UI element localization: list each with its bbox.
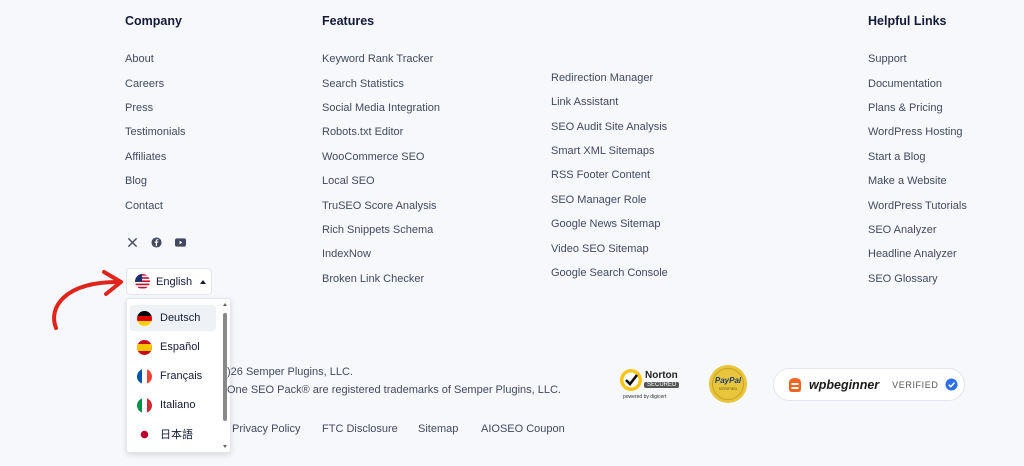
feature-link[interactable]: Link Assistant [551, 96, 618, 108]
helpful-link[interactable]: SEO Analyzer [868, 224, 936, 236]
paypal-verified-label: VERIFIED [718, 386, 738, 391]
footer-link-affiliates[interactable]: Affiliates [125, 151, 166, 163]
feature-link[interactable]: Search Statistics [322, 78, 404, 90]
youtube-icon[interactable] [174, 236, 186, 248]
wpbeginner-label: wpbeginner [809, 377, 880, 392]
paypal-verified-badge: PayPal VERIFIED [708, 364, 748, 404]
language-option-espanol[interactable]: Español [130, 334, 216, 360]
italy-flag-icon [137, 397, 152, 413]
language-option-italiano[interactable]: Italiano [130, 392, 216, 418]
feature-link[interactable]: Social Media Integration [322, 102, 440, 114]
language-current-label: English [156, 275, 193, 288]
language-option-label: Italiano [160, 399, 196, 411]
language-selector-button[interactable]: English [126, 268, 212, 295]
feature-link[interactable]: IndexNow [322, 248, 371, 260]
x-icon[interactable] [126, 236, 138, 248]
sitemap-link[interactable]: Sitemap [418, 423, 458, 435]
helpful-link[interactable]: Headline Analyzer [868, 248, 957, 260]
ftc-disclosure-link[interactable]: FTC Disclosure [322, 423, 398, 435]
verified-check-icon [945, 378, 959, 391]
company-heading: Company [125, 14, 182, 28]
wpbeginner-logo-icon [789, 377, 801, 392]
helpful-links-heading: Helpful Links [868, 14, 947, 28]
language-option-deutsch[interactable]: Deutsch [130, 305, 216, 331]
feature-link[interactable]: Broken Link Checker [322, 273, 424, 285]
helpful-link[interactable]: Support [868, 53, 907, 65]
red-arrow-annotation [52, 270, 123, 330]
language-dropdown: Deutsch Español Français Italiano 日本語 [126, 298, 231, 453]
france-flag-icon [137, 368, 152, 384]
feature-link[interactable]: RSS Footer Content [551, 169, 650, 181]
language-option-label: 日本語 [160, 429, 193, 441]
footer-link-blog[interactable]: Blog [125, 175, 147, 187]
feature-link[interactable]: Smart XML Sitemaps [551, 145, 655, 157]
norton-check-icon [620, 369, 642, 391]
feature-link[interactable]: SEO Audit Site Analysis [551, 121, 667, 133]
caret-up-icon [200, 279, 207, 284]
feature-link[interactable]: Google News Sitemap [551, 218, 660, 230]
features-heading: Features [322, 14, 375, 28]
feature-link[interactable]: Local SEO [322, 175, 375, 187]
facebook-icon[interactable] [150, 236, 162, 248]
feature-link[interactable]: Video SEO Sitemap [551, 243, 649, 255]
helpful-link[interactable]: Make a Website [868, 175, 947, 187]
feature-link[interactable]: SEO Manager Role [551, 194, 646, 206]
language-option-label: Español [160, 341, 200, 353]
spain-flag-icon [137, 339, 152, 355]
footer-link-about[interactable]: About [125, 53, 154, 65]
aioseo-coupon-link[interactable]: AIOSEO Coupon [481, 423, 565, 435]
copyright-line-2: One SEO Pack® are registered trademarks … [227, 384, 561, 396]
copyright-line-1: )26 Semper Plugins, LLC. [227, 366, 353, 378]
scroll-down-arrow-icon[interactable] [223, 445, 227, 448]
japan-flag-icon [137, 426, 152, 442]
language-option-francais[interactable]: Français [130, 363, 216, 389]
feature-link[interactable]: TruSEO Score Analysis [322, 200, 437, 212]
paypal-label: PayPal [714, 376, 742, 385]
privacy-policy-link[interactable]: Privacy Policy [232, 423, 300, 435]
helpful-link[interactable]: Plans & Pricing [868, 102, 943, 114]
feature-link[interactable]: WooCommerce SEO [322, 151, 425, 163]
language-option-japanese[interactable]: 日本語 [130, 421, 216, 447]
feature-link[interactable]: Robots.txt Editor [322, 126, 403, 138]
us-flag-icon [135, 274, 150, 289]
footer-link-contact[interactable]: Contact [125, 200, 163, 212]
feature-link[interactable]: Google Search Console [551, 267, 668, 279]
norton-powered-label: powered by digicert [623, 394, 667, 400]
germany-flag-icon [137, 310, 152, 326]
feature-link[interactable]: Rich Snippets Schema [322, 224, 433, 236]
norton-secured-badge: Norton SECURED powered by digicert [619, 366, 685, 404]
helpful-link[interactable]: Start a Blog [868, 151, 925, 163]
footer-link-press[interactable]: Press [125, 102, 153, 114]
language-option-label: Deutsch [160, 312, 201, 324]
feature-link[interactable]: Redirection Manager [551, 72, 653, 84]
wpbeginner-verified-label: VERIFIED [892, 379, 939, 390]
norton-title: Norton [645, 370, 678, 381]
language-option-label: Français [160, 370, 203, 382]
feature-link[interactable]: Keyword Rank Tracker [322, 53, 433, 65]
helpful-link[interactable]: WordPress Tutorials [868, 200, 967, 212]
helpful-link[interactable]: Documentation [868, 78, 942, 90]
footer-link-careers[interactable]: Careers [125, 78, 164, 90]
wpbeginner-verified-badge: wpbeginner VERIFIED [773, 368, 965, 401]
norton-secured-label: SECURED [644, 382, 680, 388]
scroll-up-arrow-icon[interactable] [223, 303, 227, 306]
footer-link-testimonials[interactable]: Testimonials [125, 126, 186, 138]
helpful-link[interactable]: WordPress Hosting [868, 126, 963, 138]
helpful-link[interactable]: SEO Glossary [868, 273, 938, 285]
